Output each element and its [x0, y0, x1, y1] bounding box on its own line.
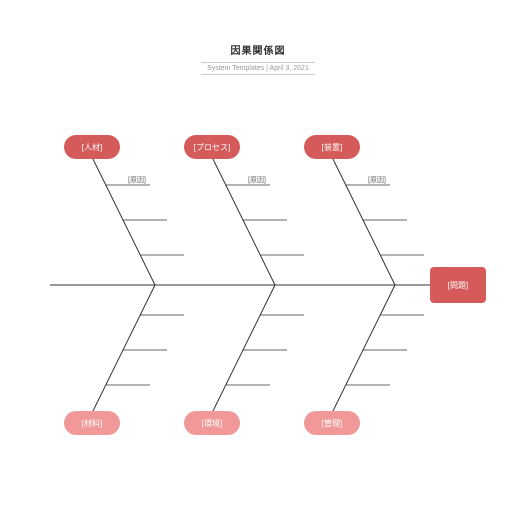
category-label: [プロセス] — [194, 142, 230, 153]
category-label: [人材] — [82, 142, 102, 153]
cause-label: [原因] — [248, 175, 266, 185]
category-label: [管理] — [322, 418, 342, 429]
category-personnel[interactable]: [人材] — [64, 135, 120, 159]
cause-label: [原因] — [368, 175, 386, 185]
category-label: [環境] — [202, 418, 222, 429]
category-management[interactable]: [管理] — [304, 411, 360, 435]
diagram-title: 因果関係図 — [0, 42, 516, 57]
category-material[interactable]: [材料] — [64, 411, 120, 435]
category-process[interactable]: [プロセス] — [184, 135, 240, 159]
category-equipment[interactable]: [装置] — [304, 135, 360, 159]
fishbone-diagram: [人材] [プロセス] [装置] [材料] [環境] [管理] [問題] [原因… — [0, 95, 516, 475]
category-label: [材料] — [82, 418, 102, 429]
category-label: [装置] — [322, 142, 342, 153]
diagram-header: 因果関係図 System Templates | April 3, 2021 — [0, 0, 516, 75]
diagram-subtitle: System Templates | April 3, 2021 — [201, 62, 315, 75]
cause-label: [原因] — [128, 175, 146, 185]
problem-label: [問題] — [448, 280, 468, 291]
category-environment[interactable]: [環境] — [184, 411, 240, 435]
problem-node[interactable]: [問題] — [430, 267, 486, 303]
